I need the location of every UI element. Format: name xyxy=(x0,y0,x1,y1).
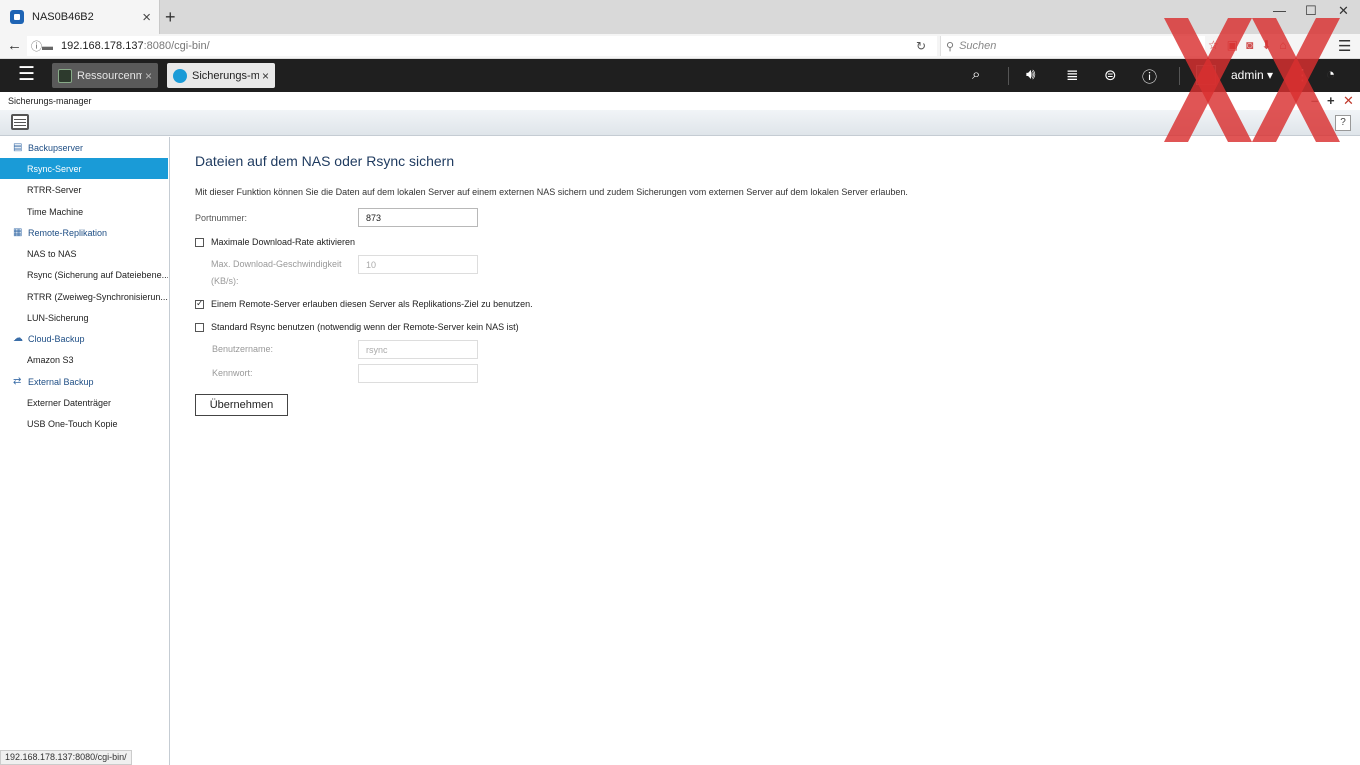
browser-tab[interactable]: NAS0B46B2 × xyxy=(0,0,160,34)
new-tab-button[interactable]: + xyxy=(165,8,176,26)
tab-resource-monitor[interactable]: Ressourcenm... × xyxy=(52,63,158,88)
browser-nav-bar: ← ⓘ▬ 192.168.178.137 :8080/cgi-bin/ ↻ ⚲ … xyxy=(0,34,1360,59)
background-tasks-icon[interactable]: ≣ xyxy=(1066,66,1079,84)
nas-favicon-icon xyxy=(10,10,24,24)
sidebar-item-usb-one-touch[interactable]: USB One-Touch Kopie xyxy=(0,413,168,434)
url-bar[interactable]: ⓘ▬ 192.168.178.137 :8080/cgi-bin/ xyxy=(27,36,937,56)
browser-tab-title: NAS0B46B2 xyxy=(32,11,94,23)
sidebar-item-rtrr-server[interactable]: RTRR-Server xyxy=(0,179,168,200)
replication-icon: ▦ xyxy=(13,227,23,238)
qts-top-bar: ☰ Ressourcenm... × Sicherungs-m... × ⌕ 🔊… xyxy=(0,59,1360,92)
tab-label: Ressourcenm... xyxy=(77,69,142,82)
minimize-app-icon[interactable]: – xyxy=(1311,93,1318,108)
home-icon[interactable]: ⌂ xyxy=(1279,38,1286,52)
search-placeholder: Suchen xyxy=(959,40,997,52)
page-description: Mit dieser Funktion können Sie die Daten… xyxy=(195,187,908,197)
allow-remote-checkbox[interactable] xyxy=(195,298,204,309)
max-speed-input[interactable]: 10 xyxy=(358,255,478,274)
password-input[interactable] xyxy=(358,364,478,383)
main-content: Dateien auf dem NAS oder Rsync sichern M… xyxy=(171,137,1360,765)
browser-menu-icon[interactable]: ☰ xyxy=(1338,37,1351,55)
user-menu[interactable]: admin ▾ xyxy=(1231,68,1273,82)
sidebar-group-cloud-backup[interactable]: ☁ Cloud-Backup xyxy=(0,328,168,349)
tab-backup-manager[interactable]: Sicherungs-m... × xyxy=(167,63,275,88)
sidebar-item-nas-to-nas[interactable]: NAS to NAS xyxy=(0,243,168,264)
more-options-icon[interactable]: ⋮ xyxy=(1295,66,1310,84)
close-tab-icon[interactable]: × xyxy=(142,9,151,26)
bookmark-star-icon[interactable]: ☆ xyxy=(1208,38,1219,52)
port-label: Portnummer: xyxy=(195,213,248,223)
page-title: Dateien auf dem NAS oder Rsync sichern xyxy=(195,153,455,169)
sidebar-group-label: External Backup xyxy=(28,376,94,387)
sidebar-item-externer-datentraeger[interactable]: Externer Datenträger xyxy=(0,392,168,413)
sidebar-group-label: Backupserver xyxy=(28,142,84,153)
pocket-icon[interactable]: ◙ xyxy=(1246,38,1253,52)
close-icon[interactable]: × xyxy=(262,69,269,83)
sidebar-group-backupserver[interactable]: ▤ Backupserver xyxy=(0,137,168,158)
standard-rsync-label: Standard Rsync benutzen (notwendig wenn … xyxy=(211,322,519,332)
library-icon[interactable]: ▣ xyxy=(1227,38,1238,52)
password-label: Kennwort: xyxy=(212,368,253,378)
server-icon: ▤ xyxy=(13,142,23,153)
divider xyxy=(1008,67,1009,85)
download-icon[interactable]: ⬇ xyxy=(1261,38,1271,52)
divider xyxy=(1179,67,1180,85)
sidebar-group-external-backup[interactable]: ⇄ External Backup xyxy=(0,371,168,392)
resource-monitor-icon xyxy=(58,68,72,83)
close-app-icon[interactable]: ✕ xyxy=(1343,93,1354,109)
minimize-window-icon[interactable]: — xyxy=(1273,3,1286,18)
username-input[interactable]: rsync xyxy=(358,340,478,359)
maximize-app-icon[interactable]: + xyxy=(1327,93,1335,108)
main-menu-icon[interactable]: ☰ xyxy=(18,65,35,85)
cloud-icon: ☁ xyxy=(13,333,23,344)
search-icon: ⚲ xyxy=(946,40,955,53)
max-speed-unit-label: (KB/s): xyxy=(211,276,239,286)
info-icon[interactable]: ⓘ xyxy=(1142,66,1157,87)
volume-icon[interactable]: 🔊︎ xyxy=(1026,66,1035,83)
port-input[interactable]: 873 xyxy=(358,208,478,227)
browser-search-input[interactable]: ⚲ Suchen xyxy=(940,36,1205,56)
maximize-window-icon[interactable]: ☐ xyxy=(1305,3,1317,19)
sidebar-group-remote-replikation[interactable]: ▦ Remote-Replikation xyxy=(0,222,168,243)
help-button[interactable]: ? xyxy=(1335,115,1351,131)
sidebar-item-time-machine[interactable]: Time Machine xyxy=(0,201,168,222)
browser-tab-strip: NAS0B46B2 × + — ☐ ✕ xyxy=(0,0,1360,34)
external-device-icon[interactable]: ⊜ xyxy=(1104,66,1117,84)
app-title: Sicherungs-manager xyxy=(8,96,92,106)
reload-icon[interactable]: ↻ xyxy=(916,39,926,53)
sidebar-group-label: Remote-Replikation xyxy=(28,227,108,238)
close-icon[interactable]: × xyxy=(145,69,152,83)
sidebar: ▤ Backupserver Rsync-Server RTRR-Server … xyxy=(0,137,170,765)
sidebar-item-amazon-s3[interactable]: Amazon S3 xyxy=(0,349,168,370)
app-toolbar: ? xyxy=(0,110,1360,136)
sidebar-item-lun-sicherung[interactable]: LUN-Sicherung xyxy=(0,307,168,328)
avatar[interactable] xyxy=(1196,65,1216,85)
browser-toolbar-icons: ☆ ▣ ◙ ⬇ ⌂ xyxy=(1208,38,1287,52)
sidebar-item-rtrr[interactable]: RTRR (Zweiweg-Synchronisierun... xyxy=(0,286,168,307)
username-label: Benutzername: xyxy=(212,344,274,354)
standard-rsync-checkbox[interactable] xyxy=(195,323,204,332)
sidebar-group-label: Cloud-Backup xyxy=(28,333,85,344)
max-speed-label: Max. Download-Geschwindigkeit xyxy=(211,259,342,269)
apply-button[interactable]: Übernehmen xyxy=(195,394,288,416)
back-arrow-icon[interactable]: ← xyxy=(7,37,22,54)
toggle-sidebar-icon[interactable] xyxy=(11,114,29,130)
info-icon[interactable]: ⓘ▬ xyxy=(31,38,53,54)
url-host: 192.168.178.137 xyxy=(61,40,144,52)
max-rate-label: Maximale Download-Rate aktivieren xyxy=(211,237,356,247)
tab-label: Sicherungs-m... xyxy=(192,69,259,82)
allow-remote-label: Einem Remote-Server erlauben diesen Serv… xyxy=(211,299,533,309)
sync-icon: ⇄ xyxy=(13,376,22,387)
sidebar-item-rsync[interactable]: Rsync (Sicherung auf Dateiebene... xyxy=(0,264,168,285)
backup-manager-icon xyxy=(173,68,187,83)
search-icon[interactable]: ⌕ xyxy=(972,66,980,83)
sidebar-item-rsync-server[interactable]: Rsync-Server xyxy=(0,158,168,179)
url-path: :8080/cgi-bin/ xyxy=(143,40,210,52)
max-rate-checkbox[interactable] xyxy=(195,238,204,247)
dashboard-gauge-icon[interactable]: ◔ xyxy=(1326,66,1335,83)
close-window-icon[interactable]: ✕ xyxy=(1338,3,1349,19)
status-bar: 192.168.178.137:8080/cgi-bin/ xyxy=(0,750,132,765)
app-title-bar: Sicherungs-manager – + ✕ xyxy=(0,92,1360,110)
